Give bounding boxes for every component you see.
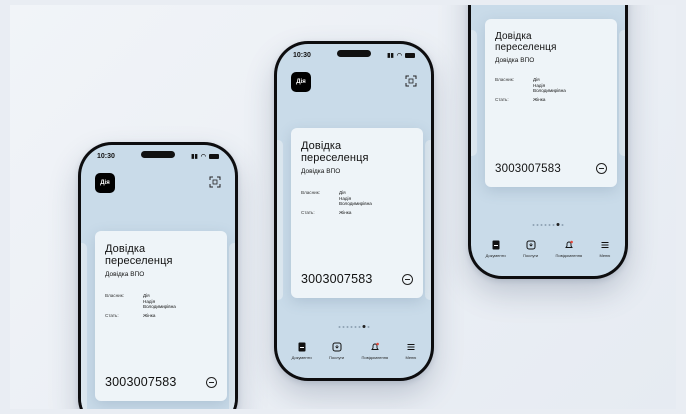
- document-card[interactable]: Довідка переселенця Довідка ВПО Власник:…: [485, 19, 617, 187]
- tab-menu[interactable]: Меню: [405, 342, 416, 360]
- tab-documents[interactable]: Документи: [292, 342, 312, 360]
- page-indicator[interactable]: [532, 223, 564, 226]
- wifi-icon: ◠: [200, 153, 206, 160]
- page-dot: [358, 325, 361, 328]
- document-card[interactable]: Довідка переселенця Довідка ВПО Власник:…: [95, 231, 227, 401]
- document-number: 3003007583: [105, 375, 177, 389]
- services-icon: [526, 240, 536, 250]
- adjacent-card-left[interactable]: [277, 140, 283, 300]
- page-dot: [354, 325, 357, 328]
- adjacent-card-right[interactable]: [229, 243, 235, 409]
- tab-notifications[interactable]: Повідомлення: [556, 240, 582, 258]
- owner-field: Власник: Дія Надія Володимирівна: [301, 190, 372, 206]
- gender-field: Стать: Жінка: [105, 312, 156, 318]
- page-dot: [346, 325, 349, 328]
- adjacent-card-right[interactable]: [619, 30, 625, 156]
- signal-icon: ▮▮: [387, 52, 394, 59]
- menu-icon: [601, 242, 609, 248]
- battery-icon: [209, 153, 219, 159]
- page-dot: [536, 223, 539, 226]
- page-dot: [350, 325, 353, 328]
- document-number: 3003007583: [301, 272, 373, 286]
- phone-screen: Довідка переселенця Довідка ВПО Власник:…: [471, 5, 625, 276]
- qr-scan-icon[interactable]: [209, 176, 221, 188]
- status-icons: ▮▮ ◠: [387, 52, 415, 59]
- tab-services[interactable]: Послуги: [523, 240, 538, 258]
- dynamic-island: [141, 151, 175, 158]
- qr-scan-icon[interactable]: [405, 75, 417, 87]
- document-subtitle: Довідка ВПО: [105, 271, 145, 278]
- page-dot: [552, 223, 555, 226]
- phone-left: 10:30 ▮▮ ◠ Дія Довідка переселенця Довід…: [78, 142, 238, 409]
- phone-right: Довідка переселенця Довідка ВПО Власник:…: [468, 5, 628, 279]
- document-icon: [298, 342, 306, 352]
- phone-screen: 10:30 ▮▮ ◠ Дія Довідка переселенця Довід…: [277, 44, 431, 378]
- page-dot-active: [556, 223, 560, 226]
- document-subtitle: Довідка ВПО: [495, 57, 535, 64]
- battery-icon: [405, 52, 415, 58]
- bell-icon: [564, 240, 573, 248]
- phone-center: 10:30 ▮▮ ◠ Дія Довідка переселенця Довід…: [274, 41, 434, 381]
- adjacent-card-left[interactable]: [471, 30, 477, 156]
- page-dot: [548, 223, 551, 226]
- tab-services[interactable]: Послуги: [329, 342, 344, 360]
- more-options-icon[interactable]: [596, 163, 607, 174]
- adjacent-card-right[interactable]: [425, 140, 431, 300]
- owner-field: Власник: Дія Надія Володимирівна: [495, 77, 566, 93]
- document-number: 3003007583: [495, 163, 561, 175]
- tab-menu[interactable]: Меню: [599, 240, 610, 258]
- gender-field: Стать: Жінка: [495, 96, 546, 102]
- page-dot-active: [362, 325, 366, 328]
- tab-bar: Документи Послуги Повідомлення Меню: [277, 342, 431, 360]
- tab-bar: Документи Послуги Повідомлення Меню: [471, 240, 625, 258]
- app-logo[interactable]: Дія: [95, 173, 115, 193]
- document-icon: [492, 240, 500, 250]
- dynamic-island: [337, 50, 371, 57]
- tab-documents[interactable]: Документи: [486, 240, 506, 258]
- more-options-icon[interactable]: [402, 274, 413, 285]
- bell-icon: [370, 342, 379, 350]
- status-icons: ▮▮ ◠: [191, 153, 219, 160]
- owner-field: Власник: Дія Надія Володимирівна: [105, 293, 176, 309]
- page-dot: [561, 223, 564, 226]
- services-icon: [332, 342, 342, 352]
- menu-icon: [407, 344, 415, 350]
- tab-notifications[interactable]: Повідомлення: [362, 342, 388, 360]
- showcase-frame: 10:30 ▮▮ ◠ Дія Довідка переселенця Довід…: [10, 5, 676, 409]
- wifi-icon: ◠: [396, 52, 402, 59]
- document-card[interactable]: Довідка переселенця Довідка ВПО Власник:…: [291, 128, 423, 298]
- document-title: Довідка переселенця: [495, 31, 557, 53]
- phone-screen: 10:30 ▮▮ ◠ Дія Довідка переселенця Довід…: [81, 145, 235, 409]
- page-indicator[interactable]: [338, 325, 370, 328]
- app-logo[interactable]: Дія: [291, 72, 311, 92]
- document-title: Довідка переселенця: [105, 243, 173, 267]
- status-time: 10:30: [293, 51, 311, 59]
- signal-icon: ▮▮: [191, 153, 198, 160]
- page-dot: [540, 223, 543, 226]
- page-dot: [544, 223, 547, 226]
- document-subtitle: Довідка ВПО: [301, 168, 341, 175]
- page-dot: [342, 325, 345, 328]
- page-dot: [367, 325, 370, 328]
- page-dot: [338, 325, 341, 328]
- adjacent-card-left[interactable]: [81, 243, 87, 409]
- page-dot: [532, 223, 535, 226]
- status-time: 10:30: [97, 152, 115, 160]
- gender-field: Стать: Жінка: [301, 209, 352, 215]
- more-options-icon[interactable]: [206, 377, 217, 388]
- document-title: Довідка переселенця: [301, 140, 369, 164]
